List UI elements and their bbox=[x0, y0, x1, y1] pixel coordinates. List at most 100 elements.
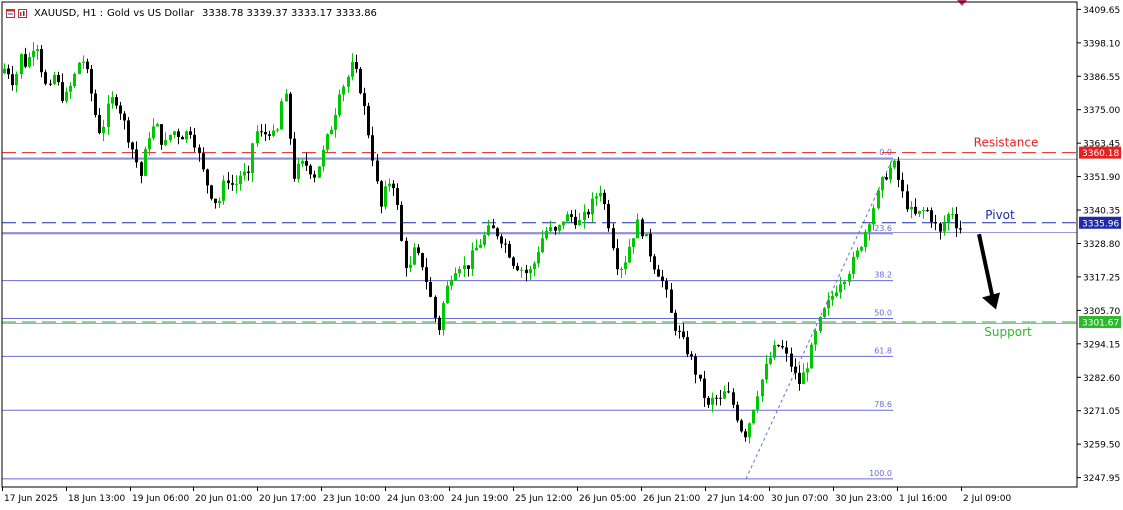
level-label-resistance: Resistance bbox=[974, 136, 1039, 150]
candle-body bbox=[607, 203, 610, 229]
candle-body bbox=[20, 54, 23, 75]
candle-body bbox=[305, 160, 308, 166]
price-tag-text: 3301.67 bbox=[1082, 319, 1119, 329]
candle-body bbox=[102, 126, 105, 134]
candle-body bbox=[599, 192, 602, 197]
x-tick-label: 17 Jun 2025 bbox=[4, 494, 58, 504]
candle-body bbox=[73, 73, 76, 86]
level-label-pivot: Pivot bbox=[985, 208, 1015, 222]
candle-body bbox=[119, 105, 122, 114]
candle-body bbox=[371, 135, 374, 161]
candle-body bbox=[450, 280, 453, 286]
candle-body bbox=[665, 280, 668, 290]
candle-body bbox=[740, 420, 743, 432]
candle-body bbox=[901, 179, 904, 192]
fib-level-label: 38.2 bbox=[874, 271, 892, 280]
candle-body bbox=[529, 269, 532, 274]
x-tick-label: 19 Jun 06:00 bbox=[132, 494, 189, 504]
candle-body bbox=[930, 210, 933, 222]
candle-body bbox=[127, 120, 130, 143]
candle-body bbox=[135, 149, 138, 163]
candle-body bbox=[421, 253, 424, 268]
candle-body bbox=[678, 330, 681, 332]
candle-body bbox=[202, 153, 205, 170]
candle-body bbox=[496, 228, 499, 237]
candle-body bbox=[612, 228, 615, 249]
candle-body bbox=[525, 269, 528, 274]
x-tick-label: 26 Jun 05:00 bbox=[579, 494, 636, 504]
candle-body bbox=[260, 131, 263, 133]
candle-body bbox=[934, 221, 937, 224]
y-tick-label: 3398.10 bbox=[1083, 39, 1120, 49]
x-tick-label: 27 Jun 14:00 bbox=[707, 494, 764, 504]
candle-body bbox=[641, 219, 644, 237]
candle-body bbox=[189, 131, 192, 135]
candle-body bbox=[11, 74, 14, 86]
candle-body bbox=[400, 204, 403, 241]
candle-body bbox=[338, 94, 341, 115]
candle-body bbox=[359, 68, 362, 94]
candle-body bbox=[289, 93, 292, 139]
candle-body bbox=[235, 184, 238, 186]
candle-body bbox=[827, 299, 830, 309]
header-ohlc: 3338.78 3339.37 3333.17 3333.86 bbox=[201, 7, 377, 19]
candle-body bbox=[169, 134, 172, 141]
candle-body bbox=[591, 198, 594, 215]
y-tick-label: 3305.70 bbox=[1083, 307, 1120, 317]
candle-body bbox=[330, 129, 333, 135]
candle-body bbox=[82, 61, 85, 63]
candle-body bbox=[193, 134, 196, 148]
fib-level-label: 78.6 bbox=[874, 400, 892, 409]
candle-body bbox=[264, 132, 267, 135]
candle-body bbox=[562, 221, 565, 225]
header-timeframe: H1 bbox=[82, 7, 97, 19]
candle-body bbox=[897, 160, 900, 180]
candle-body bbox=[939, 223, 942, 232]
candle-body bbox=[769, 357, 772, 364]
candle-body bbox=[790, 353, 793, 367]
candle-body bbox=[785, 347, 788, 354]
candle-body bbox=[222, 180, 225, 201]
candle-body bbox=[711, 397, 714, 405]
candle-body bbox=[508, 244, 511, 258]
candle-body bbox=[798, 372, 801, 385]
candle-body bbox=[214, 198, 217, 204]
candle-body bbox=[699, 374, 702, 379]
candle-body bbox=[773, 345, 776, 358]
candle-body bbox=[943, 222, 946, 232]
candle-body bbox=[210, 185, 213, 199]
candle-body bbox=[144, 149, 147, 176]
candle-body bbox=[922, 210, 925, 212]
candle-body bbox=[533, 263, 536, 270]
candle-body bbox=[500, 236, 503, 244]
candle-body bbox=[367, 106, 370, 136]
candle-body bbox=[926, 210, 929, 212]
candle-body bbox=[65, 91, 68, 101]
candle-body bbox=[44, 72, 47, 84]
candle-body bbox=[872, 208, 875, 225]
candle-body bbox=[256, 131, 259, 144]
candle-body bbox=[429, 282, 432, 297]
candle-body bbox=[856, 250, 859, 257]
candle-body bbox=[322, 149, 325, 167]
candle-body bbox=[458, 269, 461, 274]
candle-body bbox=[881, 177, 884, 191]
candle-body bbox=[516, 265, 519, 271]
candle-body bbox=[620, 268, 623, 270]
candle-body bbox=[467, 265, 470, 269]
price-chart[interactable]: 0.023.638.250.061.878.6100.0 ResistanceP… bbox=[0, 0, 1123, 510]
y-tick-label: 3340.35 bbox=[1083, 207, 1120, 217]
candle-body bbox=[877, 190, 880, 209]
candle-body bbox=[616, 248, 619, 270]
x-tick-label: 23 Jun 10:00 bbox=[323, 494, 380, 504]
candle-body bbox=[802, 372, 805, 385]
candle-body bbox=[417, 247, 420, 254]
candle-body bbox=[566, 214, 569, 222]
candle-body bbox=[603, 192, 606, 204]
candle-body bbox=[251, 143, 254, 173]
x-tick-label: 26 Jun 21:00 bbox=[643, 494, 700, 504]
candle-body bbox=[115, 97, 118, 106]
y-tick-label: 3386.55 bbox=[1083, 73, 1120, 83]
candle-body bbox=[218, 200, 221, 204]
candle-body bbox=[715, 397, 718, 399]
